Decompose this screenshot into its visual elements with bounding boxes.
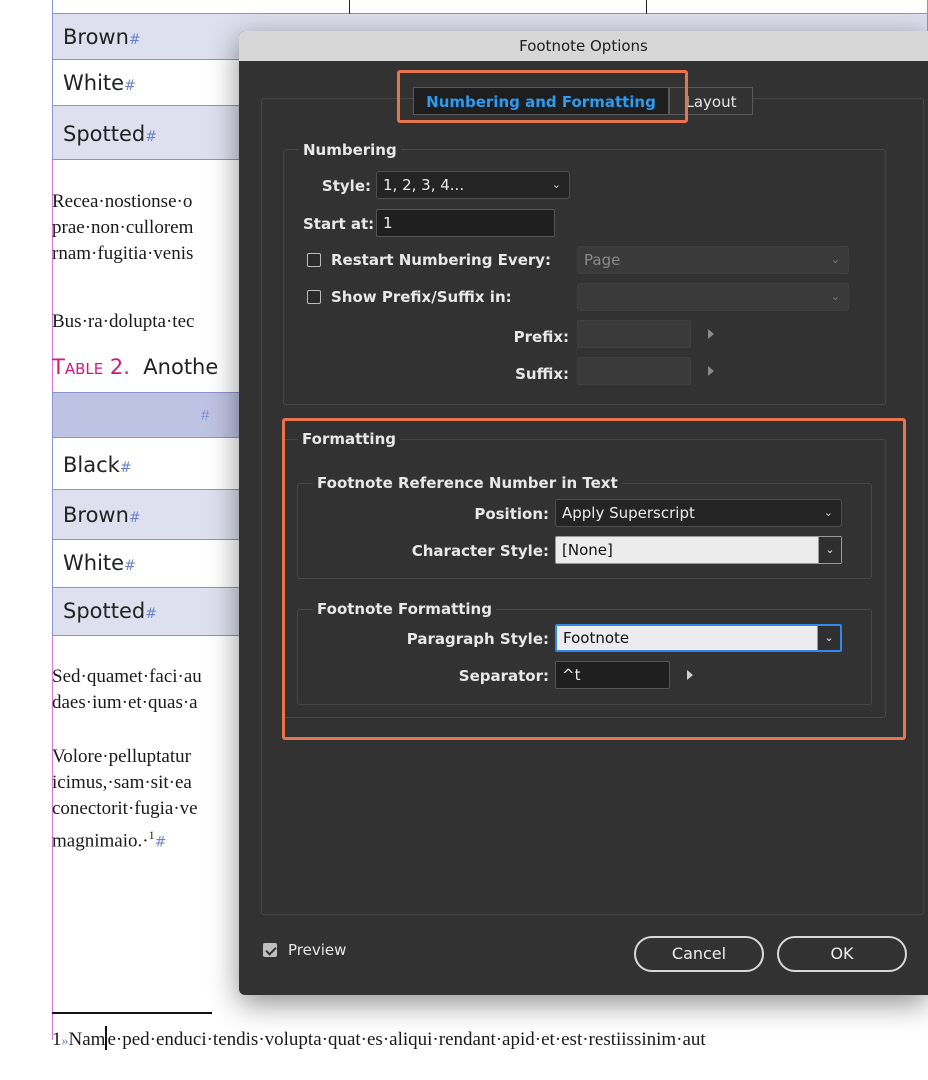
- table-cell-mark: #: [124, 78, 136, 94]
- suffix-label: Suffix:: [515, 365, 569, 383]
- dialog-title[interactable]: Footnote Options: [239, 31, 928, 61]
- footnote-number: 1: [52, 1029, 62, 1050]
- text-line: rnam·fugitia·venis: [52, 243, 194, 264]
- table-cell-mark: #: [128, 510, 141, 526]
- table-cell-text: Spotted: [63, 122, 146, 146]
- body-paragraph: Bus·ra·dolupta·tec: [52, 309, 194, 335]
- text-line: magnimaio.·1#: [52, 822, 198, 855]
- prefix-menu-arrow-icon[interactable]: [708, 329, 714, 339]
- start-at-label: Start at:: [303, 215, 375, 233]
- table-cell-text: Brown: [63, 503, 129, 527]
- chevron-down-icon: ⌄: [830, 290, 840, 303]
- chevron-down-icon: ⌄: [551, 178, 561, 191]
- numbering-style-value: 1, 2, 3, 4...: [383, 176, 465, 194]
- footnote-text[interactable]: 1»Nam e·ped·enduci·tendis·volupta·quat·es…: [52, 1026, 706, 1051]
- text-line: Sed·quamet·faci·au: [52, 666, 202, 687]
- text-span: magnimaio.·: [52, 830, 149, 852]
- chevron-down-icon: ⌄: [830, 253, 840, 266]
- style-label: Style:: [321, 177, 371, 195]
- table-cell-text: Spotted: [63, 599, 146, 623]
- table-cell-text: White: [63, 71, 125, 95]
- table-cell-mark: #: [119, 460, 132, 476]
- table-cell-text: Black: [63, 453, 120, 477]
- restart-numbering-checkbox[interactable]: [307, 253, 321, 267]
- body-paragraph: Sed·quamet·faci·au daes·ium·et·quas·a: [52, 664, 202, 716]
- restart-numbering-select[interactable]: Page ⌄: [577, 246, 849, 274]
- numbering-group-label: Numbering: [299, 141, 401, 159]
- text-line: conectorit·fugia·ve: [52, 798, 198, 819]
- table-cell-mark: #: [128, 32, 141, 48]
- footnote-text-end: e·ped·enduci·tendis·volupta·quat·es·aliq…: [107, 1029, 706, 1050]
- suffix-menu-arrow-icon[interactable]: [708, 366, 714, 376]
- ok-button[interactable]: OK: [777, 936, 907, 972]
- table-cell-mark: #: [145, 129, 157, 145]
- start-at-input[interactable]: 1: [376, 209, 555, 237]
- table-cell-mark: #: [145, 606, 157, 622]
- prefix-label: Prefix:: [513, 328, 569, 346]
- preview-checkbox[interactable]: [263, 943, 277, 957]
- text-line: Recea·nostionse·o: [52, 191, 193, 212]
- footnote-separator-rule: [52, 1012, 212, 1014]
- table-cell-text: Brown: [63, 25, 129, 49]
- prefix-input[interactable]: [577, 320, 691, 348]
- suffix-input[interactable]: [577, 357, 691, 385]
- table-cell-text: White: [63, 551, 125, 575]
- cancel-button[interactable]: Cancel: [634, 936, 764, 972]
- text-line: Volore·pelluptatur: [52, 746, 191, 767]
- tab-highlight-box: [397, 70, 688, 123]
- formatting-highlight-box: [282, 418, 906, 740]
- restart-numbering-label: Restart Numbering Every:: [331, 251, 552, 269]
- tab-marker: »: [61, 1034, 69, 1049]
- paragraph-mark: #: [154, 834, 167, 851]
- table-caption: Table 2. Anothe: [52, 355, 218, 379]
- show-prefix-suffix-checkbox[interactable]: [307, 290, 321, 304]
- table-row: [52, 0, 928, 14]
- show-prefix-suffix-label: Show Prefix/Suffix in:: [331, 288, 512, 306]
- body-paragraph: Volore·pelluptatur icimus,·sam·sit·ea co…: [52, 744, 198, 855]
- footnote-text-start: Nam: [68, 1029, 106, 1050]
- numbering-style-select[interactable]: 1, 2, 3, 4... ⌄: [376, 171, 570, 199]
- text-line: Bus·ra·dolupta·tec: [52, 311, 195, 332]
- caption-title: Anothe: [143, 355, 219, 379]
- table-cell-mark: #: [124, 558, 136, 574]
- body-paragraph: Recea·nostionse·o prae·non·cullorem rnam…: [52, 189, 193, 267]
- text-line: prae·non·cullorem: [52, 217, 194, 238]
- caption-label: Table 2.: [52, 355, 130, 379]
- restart-numbering-value: Page: [584, 251, 621, 269]
- show-prefix-suffix-select[interactable]: ⌄: [577, 283, 849, 311]
- text-line: daes·ium·et·quas·a: [52, 692, 198, 713]
- preview-label: Preview: [288, 941, 347, 959]
- text-line: icimus,·sam·sit·ea: [52, 772, 192, 793]
- table-header-mark: #: [201, 407, 210, 424]
